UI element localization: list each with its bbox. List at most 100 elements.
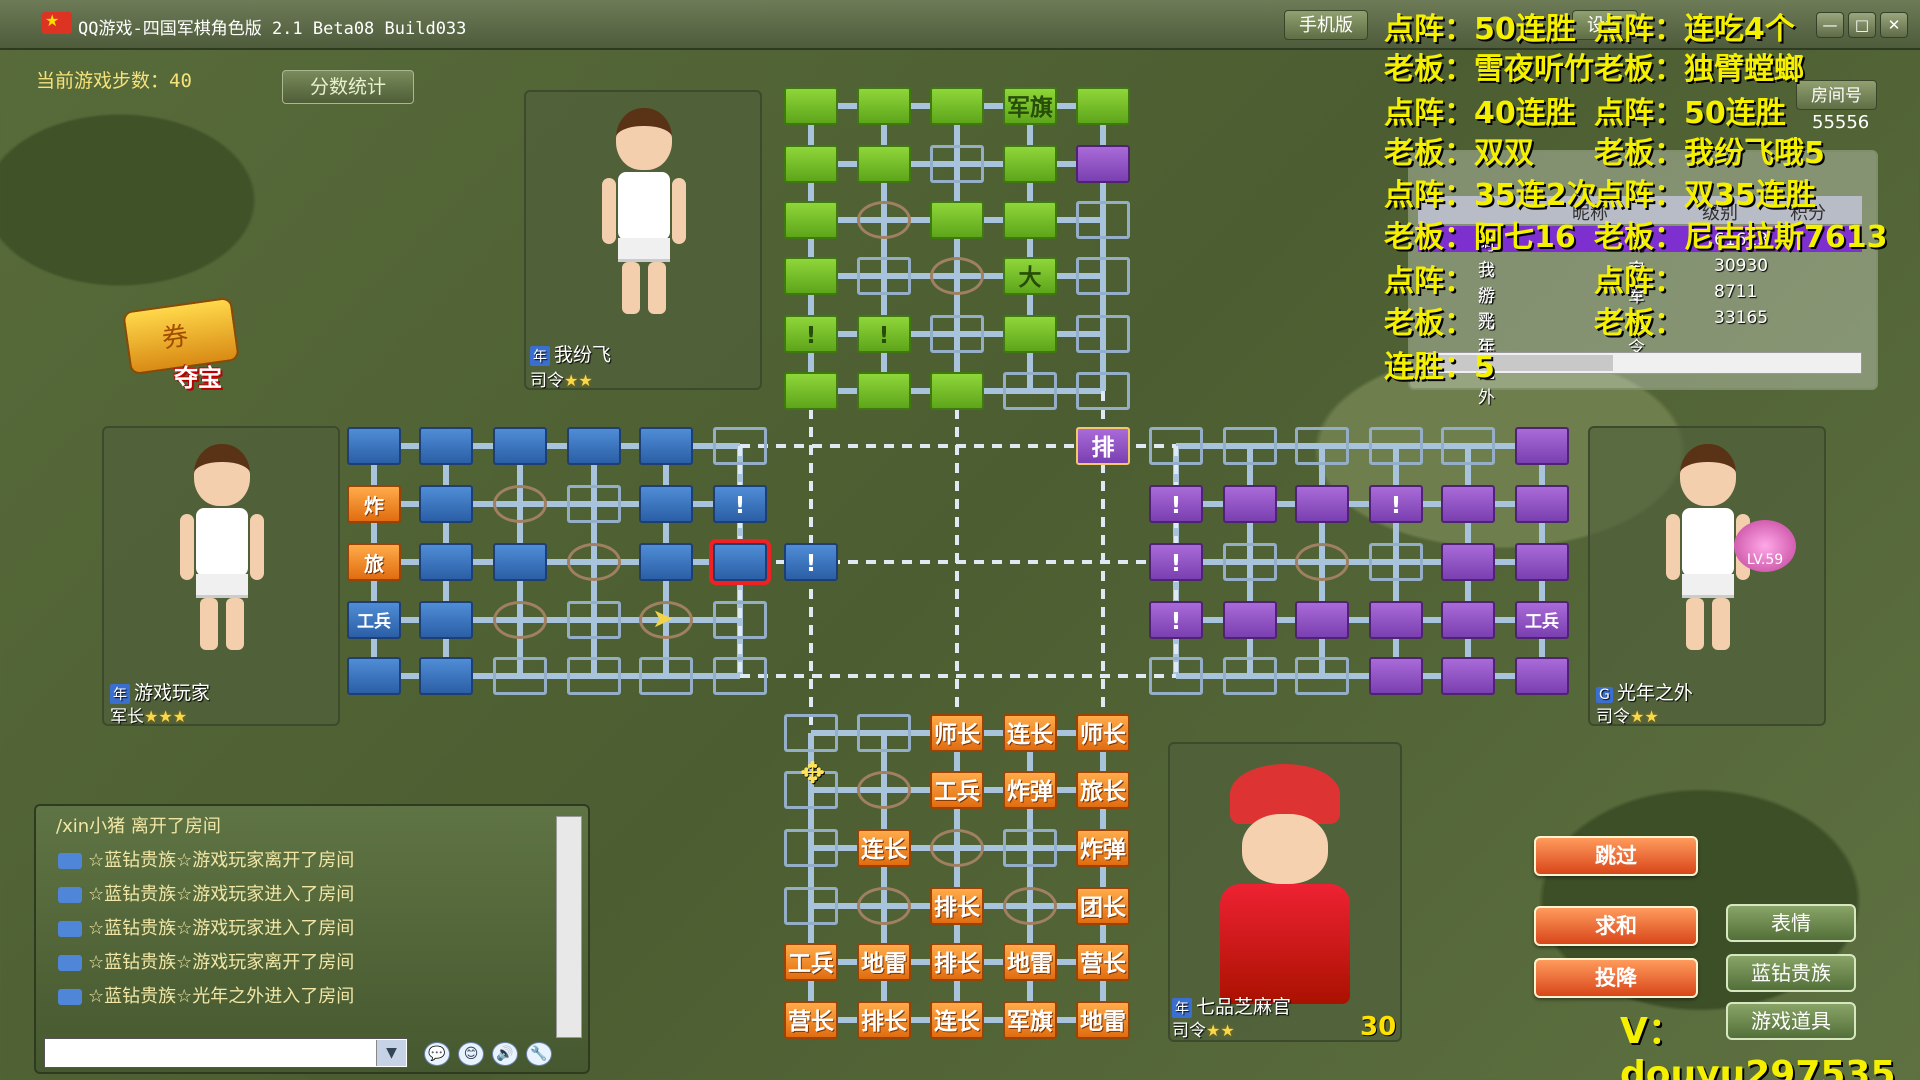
- empty-cell[interactable]: [713, 657, 767, 695]
- camp-cell[interactable]: [1295, 543, 1349, 581]
- enemy-piece-purple[interactable]: [1223, 601, 1277, 639]
- enemy-piece-green[interactable]: [784, 201, 838, 239]
- empty-cell[interactable]: [1076, 372, 1130, 410]
- camp-cell[interactable]: [493, 601, 547, 639]
- chevron-down-icon[interactable]: ▼: [376, 1040, 406, 1066]
- enemy-piece-green[interactable]: [1003, 145, 1057, 183]
- my-piece-orange[interactable]: 地雷: [857, 943, 911, 981]
- enemy-piece-purple[interactable]: [1441, 657, 1495, 695]
- enemy-piece-green[interactable]: 大: [1003, 257, 1057, 295]
- empty-cell[interactable]: [567, 657, 621, 695]
- my-piece-orange[interactable]: 营长: [784, 1001, 838, 1039]
- my-piece-orange[interactable]: 地雷: [1076, 1001, 1130, 1039]
- enemy-piece-green[interactable]: 军旗: [1003, 87, 1057, 125]
- my-piece-orange[interactable]: 排长: [930, 943, 984, 981]
- message-icon[interactable]: 💬: [424, 1042, 450, 1066]
- empty-cell[interactable]: [1149, 657, 1203, 695]
- emoji-icon[interactable]: 😊: [458, 1042, 484, 1066]
- camp-cell[interactable]: [930, 257, 984, 295]
- empty-cell[interactable]: [713, 427, 767, 465]
- ally-piece-blue[interactable]: [347, 657, 401, 695]
- empty-cell[interactable]: [1076, 201, 1130, 239]
- my-piece-orange[interactable]: 连长: [857, 829, 911, 867]
- enemy-piece-green[interactable]: [784, 257, 838, 295]
- enemy-piece-green[interactable]: [857, 145, 911, 183]
- mark-piece[interactable]: !: [1149, 601, 1203, 639]
- empty-cell[interactable]: [1369, 543, 1423, 581]
- ally-piece-blue[interactable]: [419, 601, 473, 639]
- my-piece-orange[interactable]: 工兵: [930, 771, 984, 809]
- camp-cell[interactable]: [857, 201, 911, 239]
- enemy-piece-purple[interactable]: [1441, 601, 1495, 639]
- mark-piece[interactable]: !: [784, 543, 838, 581]
- empty-cell[interactable]: [1295, 427, 1349, 465]
- empty-cell[interactable]: [567, 485, 621, 523]
- my-piece-orange[interactable]: 炸弹: [1076, 829, 1130, 867]
- ally-piece-blue[interactable]: [493, 427, 547, 465]
- ally-piece-blue[interactable]: [419, 543, 473, 581]
- ally-piece-blue[interactable]: [639, 543, 693, 581]
- empty-cell[interactable]: [1441, 427, 1495, 465]
- camp-cell[interactable]: [567, 543, 621, 581]
- my-piece-orange[interactable]: 连长: [1003, 714, 1057, 752]
- enemy-piece-green[interactable]: [784, 87, 838, 125]
- empty-cell[interactable]: [930, 315, 984, 353]
- enemy-piece-purple[interactable]: [1515, 543, 1569, 581]
- ally-piece-blue[interactable]: [419, 427, 473, 465]
- skip-button[interactable]: 跳过: [1534, 836, 1698, 876]
- empty-cell[interactable]: [567, 601, 621, 639]
- empty-cell[interactable]: [493, 657, 547, 695]
- enemy-piece-green[interactable]: [857, 372, 911, 410]
- my-piece-orange[interactable]: 排长: [930, 887, 984, 925]
- empty-cell[interactable]: [857, 257, 911, 295]
- enemy-piece-purple[interactable]: [1441, 543, 1495, 581]
- piece-label-engineer[interactable]: 工兵: [1515, 601, 1569, 639]
- mark-piece[interactable]: !: [713, 485, 767, 523]
- my-piece-orange[interactable]: 团长: [1076, 887, 1130, 925]
- chat-scrollbar[interactable]: [556, 816, 582, 1038]
- enemy-piece-green[interactable]: [930, 87, 984, 125]
- draw-button[interactable]: 求和: [1534, 906, 1698, 946]
- camp-cell[interactable]: [857, 771, 911, 809]
- my-piece-orange[interactable]: 炸弹: [1003, 771, 1057, 809]
- my-piece-orange[interactable]: 旅长: [1076, 771, 1130, 809]
- empty-cell[interactable]: [639, 657, 693, 695]
- ally-piece-blue[interactable]: [347, 427, 401, 465]
- enemy-piece-purple[interactable]: [1515, 657, 1569, 695]
- empty-cell[interactable]: [1076, 257, 1130, 295]
- wrench-icon[interactable]: 🔧: [526, 1042, 552, 1066]
- enemy-piece-green[interactable]: [930, 201, 984, 239]
- enemy-piece-purple[interactable]: [1369, 657, 1423, 695]
- enemy-piece-purple[interactable]: [1295, 485, 1349, 523]
- my-piece-orange[interactable]: 营长: [1076, 943, 1130, 981]
- my-piece-orange[interactable]: 师长: [930, 714, 984, 752]
- mark-piece[interactable]: !: [1369, 485, 1423, 523]
- my-piece-orange[interactable]: 工兵: [784, 943, 838, 981]
- enemy-piece-green[interactable]: [930, 372, 984, 410]
- empty-cell[interactable]: [1149, 427, 1203, 465]
- mark-piece[interactable]: !: [1149, 543, 1203, 581]
- enemy-piece-purple[interactable]: [1295, 601, 1349, 639]
- ally-piece-blue[interactable]: [639, 485, 693, 523]
- selected-piece[interactable]: [709, 539, 771, 585]
- empty-cell[interactable]: [784, 887, 838, 925]
- ally-piece-blue[interactable]: [567, 427, 621, 465]
- enemy-piece-green[interactable]: [1003, 315, 1057, 353]
- piece-label-platoon[interactable]: 排: [1076, 427, 1130, 465]
- chat-input[interactable]: [44, 1038, 408, 1068]
- enemy-piece-purple[interactable]: [1515, 427, 1569, 465]
- empty-cell[interactable]: [1076, 315, 1130, 353]
- enemy-piece-green[interactable]: !: [857, 315, 911, 353]
- camp-cell[interactable]: [857, 887, 911, 925]
- mark-piece[interactable]: !: [1149, 485, 1203, 523]
- empty-cell[interactable]: [857, 714, 911, 752]
- enemy-piece-green[interactable]: [784, 372, 838, 410]
- empty-cell[interactable]: [1003, 372, 1057, 410]
- diamond-button[interactable]: 蓝钻贵族: [1726, 954, 1856, 992]
- empty-cell[interactable]: [1223, 427, 1277, 465]
- speaker-icon[interactable]: 🔊: [492, 1042, 518, 1066]
- my-piece-orange[interactable]: 排长: [857, 1001, 911, 1039]
- empty-cell[interactable]: [1223, 657, 1277, 695]
- enemy-piece-purple[interactable]: [1441, 485, 1495, 523]
- emote-button[interactable]: 表情: [1726, 904, 1856, 942]
